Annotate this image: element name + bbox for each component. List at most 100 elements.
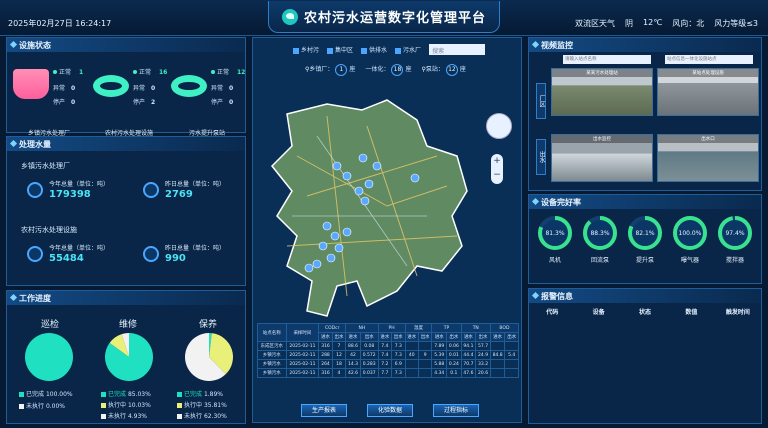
stopped-count: 2: [150, 99, 156, 106]
weather-condition: 阴: [625, 19, 634, 28]
report-buttons: 生产报表 化验数据 过程指标: [301, 404, 479, 417]
table-cell: [504, 359, 519, 369]
facility-counts: ⚲乡镇厂： 1 座 一体化： 18 座 ⚲泵站： 12 座: [305, 64, 466, 76]
lab-data-button[interactable]: 化验数据: [367, 404, 413, 417]
panel-title: 设施状态: [7, 38, 245, 52]
table-cell: [417, 359, 433, 369]
water-drop-icon: [143, 182, 159, 198]
equipment-gauge: 81.3% 风机: [535, 213, 575, 264]
equipment-gauge: 88.3% 回流泵: [580, 213, 620, 264]
annual-volume: 今年总量（单位：吨） 179398: [27, 179, 127, 209]
table-cell: 316: [318, 341, 333, 351]
table-cell: 7.3: [391, 341, 406, 351]
count-item: 一体化： 18 座: [365, 64, 411, 76]
table-row[interactable]: 乡镇污水 2025-02-11 288 12 42 0.572 7.4 7.3 40 9 5.39 0…: [257, 350, 519, 360]
video-search-input-2[interactable]: 站点信息一体化设施站点: [665, 55, 753, 64]
water-drop-icon: [27, 182, 43, 198]
table-cell: 7: [331, 341, 347, 351]
table-cell: 乡镇污水: [257, 368, 287, 378]
filter-checkbox[interactable]: 乡村污: [293, 45, 319, 54]
tab-outflow[interactable]: 出水: [536, 139, 546, 175]
table-row[interactable]: 东成区污水 2025-02-11 316 7 88.6 0.08 7.4 7.3 7.89 0.0…: [257, 341, 519, 351]
production-report-button[interactable]: 生产报表: [301, 404, 347, 417]
video-feed[interactable]: 某站点处理设施: [657, 68, 759, 116]
table-cell: 7.3: [391, 350, 406, 360]
gauge-value: 81.3%: [545, 230, 564, 237]
table-cell: 57.7: [475, 341, 491, 351]
legend-todo: 未执行 0.00%: [19, 401, 65, 410]
gauge-ring: 88.3%: [583, 216, 617, 250]
gauge-value: 82.1%: [635, 230, 654, 237]
water-drop-icon: [143, 246, 159, 262]
zoom-out-button[interactable]: −: [491, 168, 503, 182]
gauge-label: 回流泵: [590, 257, 609, 264]
datetime: 2025年02月27日 16:24:17: [8, 19, 112, 28]
facility-card[interactable]: 正常 16 异常 0 停产 2 农村污水处理设施: [91, 55, 167, 137]
table-cell: 94.1: [460, 341, 477, 351]
table-cell: 264: [318, 359, 333, 369]
panel-title: 视频监控: [529, 38, 761, 52]
panel-title: 工作进度: [7, 291, 245, 305]
count-item: ⚲泵站： 12 座: [421, 64, 466, 76]
map-search-input[interactable]: 搜索: [429, 44, 486, 55]
annual-volume: 今年总量（单位：吨） 55484: [27, 243, 127, 273]
zoom-control[interactable]: + −: [491, 154, 503, 184]
legend-doing: 执行中 10.03%: [101, 400, 151, 409]
table-row[interactable]: 乡镇污水 2025-02-11 264 18 14.3 0.283 7.2 6.9 5.88 0.…: [257, 359, 519, 369]
gauge-label: 曝气器: [680, 257, 699, 264]
legend-todo: 未执行 62.30%: [177, 411, 227, 420]
water-drop-icon: [27, 246, 43, 262]
tab-plant-area[interactable]: 厂区: [536, 83, 546, 119]
table-cell: 7.2: [377, 359, 393, 369]
filter-checkbox[interactable]: 集中区: [327, 45, 353, 54]
facility-pump-icon: [171, 75, 207, 97]
table-cell: [417, 368, 433, 378]
table-cell: [404, 368, 419, 378]
video-tabs: 厂区 出水: [536, 83, 546, 195]
table-cell: [417, 341, 433, 351]
filter-checkbox[interactable]: 供排水: [361, 45, 387, 54]
compass-icon[interactable]: [486, 113, 512, 139]
normal-count: 12: [236, 69, 246, 76]
table-cell: 0.01: [446, 350, 462, 360]
table-cell: 5.4: [504, 350, 519, 360]
table-cell: 5.88: [431, 359, 448, 369]
table-cell: 40: [404, 350, 419, 360]
table-cell: 4.34: [431, 368, 448, 378]
facility-card[interactable]: 正常 12 异常 0 停产 0 污水提升泵站: [169, 55, 246, 137]
table-cell: 0.283: [359, 359, 379, 369]
table-cell: 7.89: [431, 341, 448, 351]
gauge-label: 风机: [548, 257, 561, 264]
table-cell: 33.2: [475, 359, 491, 369]
video-feed[interactable]: 出水监控: [551, 134, 653, 182]
table-cell: 7.7: [377, 368, 393, 378]
zoom-in-button[interactable]: +: [491, 154, 503, 168]
video-feed[interactable]: 某某污水处理站: [551, 68, 653, 116]
gauge-value: 97.4%: [725, 230, 744, 237]
filter-checkbox[interactable]: 污水厂: [395, 45, 421, 54]
process-index-button[interactable]: 过程指标: [433, 404, 479, 417]
table-cell: 2025-02-11: [285, 368, 320, 378]
map-filters: 乡村污 集中区 供排水 污水厂 搜索: [293, 44, 486, 55]
table-cell: 14.3: [345, 359, 361, 369]
gauge-label: 提升泵: [635, 257, 654, 264]
district-map[interactable]: [267, 96, 477, 321]
facility-card[interactable]: 正常 1 异常 0 停产 0 乡镇污水处理厂: [11, 55, 87, 137]
table-cell: 0.1: [446, 368, 462, 378]
table-cell: 0.24: [446, 359, 462, 369]
video-feed[interactable]: 出水口: [657, 134, 759, 182]
table-cell: 88.6: [345, 341, 361, 351]
table-cell: 42: [345, 350, 361, 360]
yesterday-volume: 昨日总量（单位：吨） 2769: [143, 179, 243, 209]
panel-title: 设备完好率: [529, 195, 761, 209]
legend-todo: 未执行 4.93%: [101, 411, 147, 420]
panel-title: 处理水量: [7, 137, 245, 151]
table-cell: 东成区污水: [257, 341, 287, 351]
video-search-input[interactable]: 请输入站点名称: [563, 55, 651, 64]
table-header-row: 站点名称 采样时间 CODcr NH PH 温度 TP TN BOD: [257, 323, 520, 342]
table-row[interactable]: 乡镇污水 2025-02-11 316 4 42.6 0.037 7.7 7.3 4.34 0.1…: [257, 368, 519, 378]
gauge-ring: 81.3%: [538, 216, 572, 250]
count-item: ⚲乡镇厂： 1 座: [305, 64, 355, 76]
table-cell: 24.9: [475, 350, 491, 360]
panel-title: 报警信息: [529, 289, 761, 303]
